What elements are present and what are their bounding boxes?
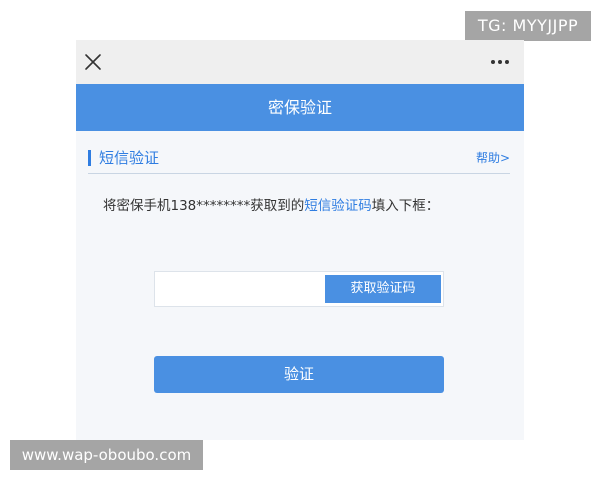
close-icon[interactable] xyxy=(84,53,102,71)
instruction-highlight: 短信验证码 xyxy=(304,198,372,214)
verify-button[interactable]: 验证 xyxy=(154,356,444,393)
instruction-text: 将密保手机138********获取到的短信验证码填入下框： xyxy=(103,196,503,216)
sms-code-input[interactable] xyxy=(155,272,325,306)
more-icon[interactable] xyxy=(490,59,510,65)
section-title: 短信验证 xyxy=(99,149,160,167)
watermark-url: www.wap-oboubo.com xyxy=(10,440,203,470)
watermark-tg: TG: MYYJJPP xyxy=(465,11,591,41)
get-code-button[interactable]: 获取验证码 xyxy=(325,275,441,303)
section-header: 短信验证 帮助> xyxy=(88,144,510,174)
sms-code-group: 获取验证码 xyxy=(154,271,444,307)
section-accent-bar xyxy=(88,150,91,166)
browser-topbar xyxy=(76,40,524,84)
instruction-prefix: 将密保手机138********获取到的 xyxy=(103,198,305,214)
mobile-page: 密保验证 短信验证 帮助> 将密保手机138********获取到的短信验证码填… xyxy=(76,40,524,440)
page-title: 密保验证 xyxy=(76,84,524,131)
instruction-suffix: 填入下框： xyxy=(371,198,440,214)
help-link[interactable]: 帮助> xyxy=(476,150,510,166)
